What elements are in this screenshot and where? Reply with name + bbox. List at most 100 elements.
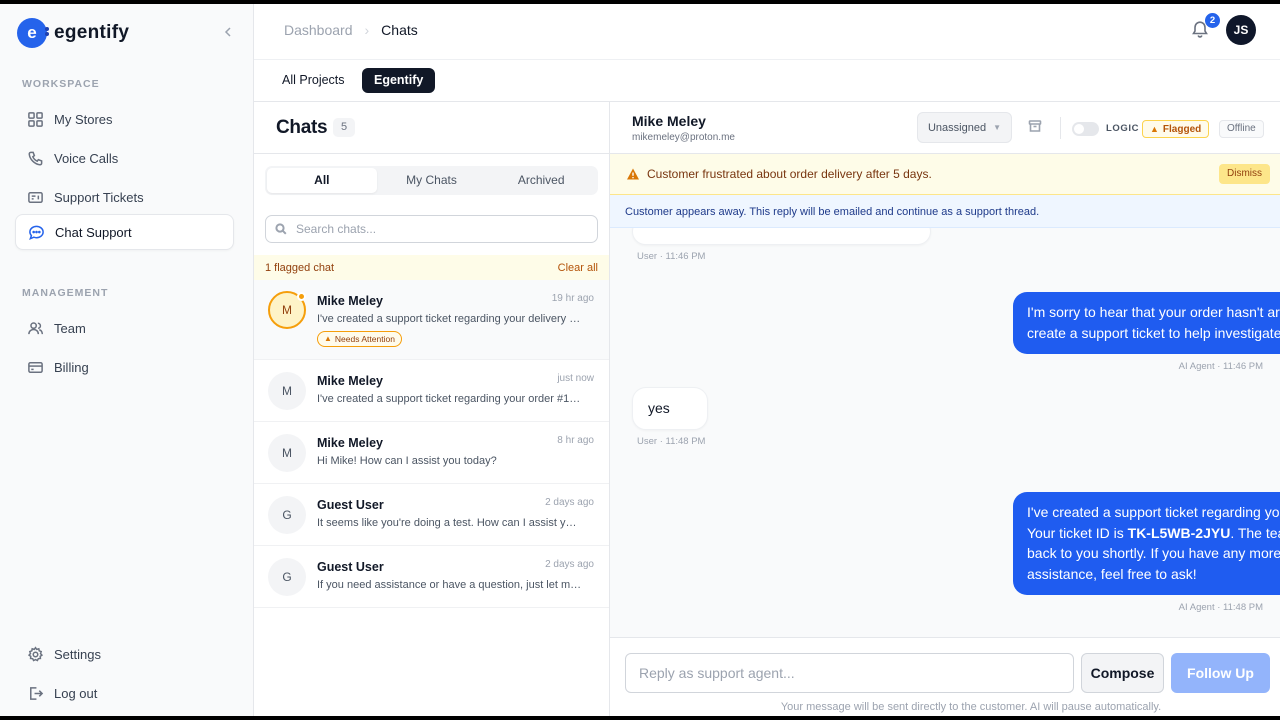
sidebar-item-logout[interactable]: Log out <box>15 675 234 711</box>
sidebar: e egentify WORKSPACE My Stores Voice Cal… <box>0 4 254 716</box>
sidebar-item-label: Billing <box>54 359 89 375</box>
chat-time: 2 days ago <box>545 497 594 508</box>
flagged-bar: 1 flagged chat Clear all <box>254 255 609 280</box>
breadcrumb-dashboard[interactable]: Dashboard <box>284 22 353 38</box>
customer-name: Mike Meley <box>632 113 706 129</box>
message-meta: AI Agent · 11:46 PM <box>1178 361 1263 372</box>
breadcrumb-chats: Chats <box>381 22 418 38</box>
follow-up-button[interactable]: Follow Up <box>1171 653 1270 693</box>
sidebar-item-label: Support Tickets <box>54 189 144 205</box>
sidebar-item-label: Voice Calls <box>54 150 119 166</box>
chat-preview: If you need assistance or have a questio… <box>317 579 582 591</box>
sidebar-item-my-stores[interactable]: My Stores <box>15 101 234 137</box>
list-item[interactable]: M Mike Meley 8 hr ago Hi Mike! How can I… <box>254 422 609 484</box>
workspace-section-label: WORKSPACE <box>22 78 100 90</box>
phone-icon <box>26 149 44 167</box>
chat-time: just now <box>557 373 594 384</box>
filter-all[interactable]: All <box>267 168 377 193</box>
user-avatar[interactable]: JS <box>1226 15 1256 45</box>
notification-count-badge: 2 <box>1205 13 1220 28</box>
flag-dot-icon <box>297 292 306 301</box>
project-tabs: All Projects Egentify <box>254 60 1280 102</box>
sidebar-item-settings[interactable]: Settings <box>15 636 234 672</box>
divider <box>1060 117 1061 139</box>
sidebar-item-label: Chat Support <box>55 224 132 240</box>
search-input[interactable] <box>296 222 586 236</box>
chat-name: Mike Meley <box>317 436 384 450</box>
chat-name: Mike Meley <box>317 374 384 388</box>
ticket-icon <box>26 188 44 206</box>
list-item[interactable]: M Mike Meley just now I've created a sup… <box>254 360 609 422</box>
avatar: M <box>268 434 306 472</box>
sidebar-item-team[interactable]: Team <box>15 310 234 346</box>
ai-message-bubble: I've created a support ticket regarding … <box>1013 492 1280 595</box>
conversation-header: Mike Meley mikemeley@proton.me Unassigne… <box>610 102 1280 154</box>
app-window: e egentify WORKSPACE My Stores Voice Cal… <box>0 4 1280 716</box>
list-item[interactable]: G Guest User 2 days ago If you need assi… <box>254 546 609 608</box>
main-area: Dashboard › Chats 2 JS All Projects Egen… <box>254 4 1280 716</box>
needs-attention-badge: ▲ Needs Attention <box>317 331 402 347</box>
chat-search <box>265 215 598 243</box>
sidebar-item-label: Log out <box>54 685 98 701</box>
alert-text: Customer frustrated about order delivery… <box>647 167 932 181</box>
brand-name: egentify <box>54 22 130 43</box>
filter-my-chats[interactable]: My Chats <box>377 168 487 193</box>
gear-icon <box>26 645 44 663</box>
top-bar: Dashboard › Chats 2 JS <box>254 4 1280 60</box>
users-icon <box>26 319 44 337</box>
dismiss-button[interactable]: Dismiss <box>1219 164 1270 184</box>
logic-toggle[interactable] <box>1072 122 1099 136</box>
collapse-sidebar-icon[interactable] <box>220 26 236 42</box>
chat-filter-tabs: All My Chats Archived <box>265 166 598 195</box>
archive-icon[interactable] <box>1028 119 1044 135</box>
flagged-badge[interactable]: ▲ Flagged <box>1142 120 1210 138</box>
away-text: Customer appears away. This reply will b… <box>625 206 1040 218</box>
chat-preview: It seems like you're doing a test. How c… <box>317 517 582 529</box>
away-banner: Customer appears away. This reply will b… <box>610 195 1280 228</box>
warning-icon: ▲ <box>1150 124 1159 134</box>
chat-preview: I've created a support ticket regarding … <box>317 393 582 405</box>
list-item[interactable]: M Mike Meley 19 hr ago I've created a su… <box>254 280 609 360</box>
assign-dropdown[interactable]: Unassigned ▼ <box>917 112 1012 143</box>
sidebar-item-label: Settings <box>54 646 101 662</box>
brand[interactable]: e egentify <box>17 18 129 48</box>
message-thread: User · 11:46 PM I'm sorry to hear that y… <box>610 228 1280 637</box>
chat-preview: I've created a support ticket regarding … <box>317 313 582 325</box>
logout-icon <box>26 684 44 702</box>
chat-list-panel: Chats 5 All My Chats Archived 1 flagged … <box>254 102 610 716</box>
clear-all-link[interactable]: Clear all <box>558 262 598 274</box>
tab-egentify[interactable]: Egentify <box>362 68 436 93</box>
chat-count-badge: 5 <box>333 118 355 137</box>
sidebar-item-voice-calls[interactable]: Voice Calls <box>15 140 234 176</box>
user-message-bubble <box>632 228 931 245</box>
status-badge: Offline <box>1219 120 1264 138</box>
compose-button[interactable]: Compose <box>1081 653 1164 693</box>
filter-archived[interactable]: Archived <box>486 168 596 193</box>
reply-input[interactable] <box>625 653 1074 693</box>
chat-name: Guest User <box>317 560 384 574</box>
conversation-panel: Mike Meley mikemeley@proton.me Unassigne… <box>610 102 1280 716</box>
ai-message-bubble: I'm sorry to hear that your order hasn't… <box>1013 292 1280 354</box>
chat-list-title: Chats <box>276 117 328 138</box>
logic-label: LOGIC <box>1106 123 1140 134</box>
avatar: M <box>268 372 306 410</box>
avatar: G <box>268 496 306 534</box>
grid-icon <box>26 110 44 128</box>
flagged-count-text: 1 flagged chat <box>265 261 335 274</box>
sidebar-item-billing[interactable]: Billing <box>15 349 234 385</box>
list-item[interactable]: G Guest User 2 days ago It seems like yo… <box>254 484 609 546</box>
chevron-right-icon: › <box>364 22 370 38</box>
chat-bubble-icon <box>27 223 45 241</box>
customer-email: mikemeley@proton.me <box>632 132 735 143</box>
chat-name: Guest User <box>317 498 384 512</box>
chevron-down-icon: ▼ <box>993 123 1001 132</box>
tab-all-projects[interactable]: All Projects <box>270 68 357 93</box>
chat-list-header: Chats 5 <box>254 102 609 154</box>
message-meta: User · 11:46 PM <box>637 251 706 262</box>
sidebar-item-chat-support[interactable]: Chat Support <box>15 214 234 250</box>
chat-time: 19 hr ago <box>551 293 594 304</box>
sidebar-item-support-tickets[interactable]: Support Tickets <box>15 179 234 215</box>
chat-list: M Mike Meley 19 hr ago I've created a su… <box>254 280 609 608</box>
notification-bell-icon[interactable]: 2 <box>1190 13 1220 41</box>
chat-preview: Hi Mike! How can I assist you today? <box>317 455 497 467</box>
